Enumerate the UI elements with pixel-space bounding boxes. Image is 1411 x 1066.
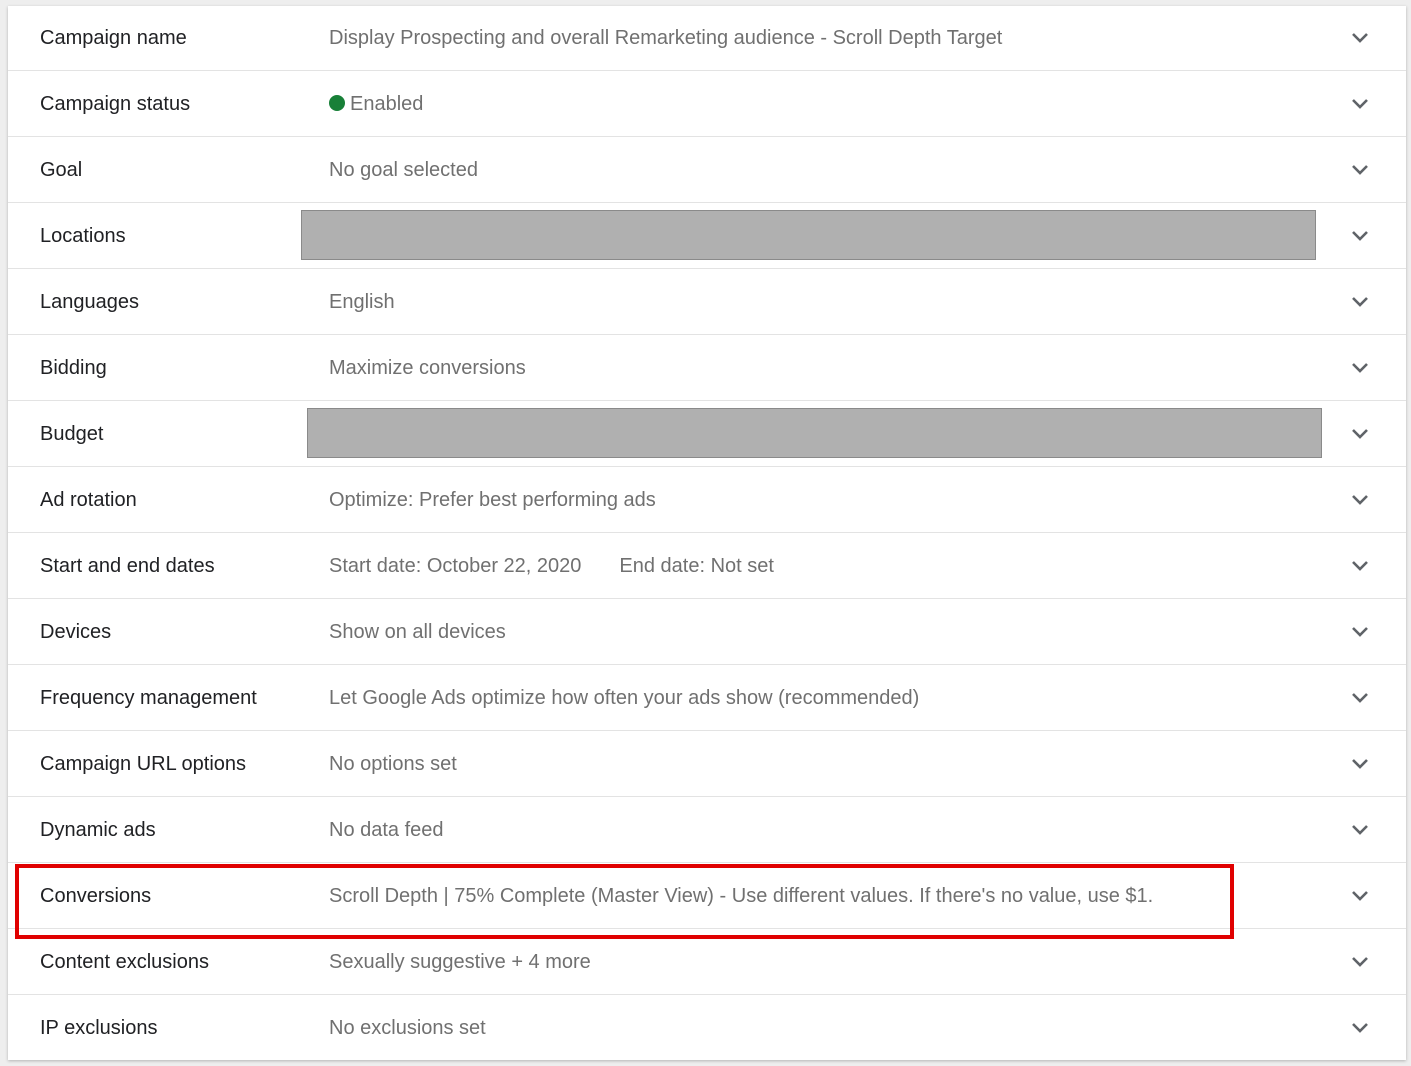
start-date: Start date: October 22, 2020 [329, 555, 582, 577]
setting-value: Let Google Ads optimize how often your a… [329, 687, 920, 709]
setting-row-locations[interactable]: Locations [8, 204, 1406, 269]
setting-label: Campaign name [40, 27, 187, 49]
chevron-down-icon[interactable] [1350, 558, 1370, 574]
setting-row-budget[interactable]: Budget [8, 402, 1406, 467]
redacted-value [301, 210, 1316, 260]
chevron-down-icon[interactable] [1350, 1020, 1370, 1036]
chevron-down-icon[interactable] [1350, 228, 1370, 244]
status-text: Enabled [350, 93, 424, 115]
chevron-down-icon[interactable] [1350, 426, 1370, 442]
chevron-down-icon[interactable] [1350, 30, 1370, 46]
chevron-down-icon[interactable] [1350, 888, 1370, 904]
setting-row-frequency-management[interactable]: Frequency management Let Google Ads opti… [8, 666, 1406, 731]
setting-value: No options set [329, 753, 457, 775]
chevron-down-icon[interactable] [1350, 360, 1370, 376]
setting-label: Goal [40, 159, 83, 181]
setting-row-campaign-name[interactable]: Campaign name Display Prospecting and ov… [8, 6, 1406, 71]
setting-value: No data feed [329, 819, 444, 841]
setting-label: Dynamic ads [40, 819, 156, 841]
setting-label: Campaign URL options [40, 753, 247, 775]
setting-row-campaign-url-options[interactable]: Campaign URL options No options set [8, 732, 1406, 797]
setting-value: No exclusions set [329, 1017, 486, 1039]
campaign-settings-panel: Campaign name Display Prospecting and ov… [8, 6, 1406, 1060]
redacted-value [307, 408, 1322, 458]
setting-row-campaign-status[interactable]: Campaign status Enabled [8, 72, 1406, 137]
setting-row-start-end-dates[interactable]: Start and end dates Start date: October … [8, 534, 1406, 599]
setting-value: Display Prospecting and overall Remarket… [329, 27, 1003, 49]
setting-value: Start date: October 22, 2020 End date: No… [329, 534, 774, 599]
chevron-down-icon[interactable] [1350, 294, 1370, 310]
setting-label: Budget [40, 423, 104, 445]
setting-label: Devices [40, 621, 112, 643]
setting-label: Campaign status [40, 93, 191, 115]
chevron-down-icon[interactable] [1350, 822, 1370, 838]
setting-label: Bidding [40, 357, 107, 379]
chevron-down-icon[interactable] [1350, 954, 1370, 970]
setting-row-bidding[interactable]: Bidding Maximize conversions [8, 336, 1406, 401]
setting-row-goal[interactable]: Goal No goal selected [8, 138, 1406, 203]
setting-label: Conversions [40, 885, 152, 907]
chevron-down-icon[interactable] [1350, 162, 1370, 178]
setting-label: Languages [40, 291, 139, 313]
setting-value: Enabled [329, 72, 423, 137]
setting-row-languages[interactable]: Languages English [8, 270, 1406, 335]
setting-row-content-exclusions[interactable]: Content exclusions Sexually suggestive +… [8, 930, 1406, 995]
setting-value: No goal selected [329, 159, 478, 181]
setting-label: IP exclusions [40, 1017, 158, 1039]
setting-value: Show on all devices [329, 621, 506, 643]
setting-label: Ad rotation [40, 489, 137, 511]
setting-label: Locations [40, 225, 126, 247]
chevron-down-icon[interactable] [1350, 624, 1370, 640]
setting-value: English [329, 291, 395, 313]
status-dot-icon [329, 95, 345, 111]
setting-row-ad-rotation[interactable]: Ad rotation Optimize: Prefer best perfor… [8, 468, 1406, 533]
setting-value: Scroll Depth | 75% Complete (Master View… [329, 885, 1154, 907]
setting-label: Content exclusions [40, 951, 209, 973]
setting-row-conversions[interactable]: Conversions Scroll Depth | 75% Complete … [8, 864, 1406, 929]
setting-value: Optimize: Prefer best performing ads [329, 489, 656, 511]
setting-row-ip-exclusions[interactable]: IP exclusions No exclusions set [8, 996, 1406, 1061]
setting-row-devices[interactable]: Devices Show on all devices [8, 600, 1406, 665]
end-date: End date: Not set [619, 555, 774, 577]
setting-value: Maximize conversions [329, 357, 526, 379]
setting-value: Sexually suggestive + 4 more [329, 951, 591, 973]
setting-row-dynamic-ads[interactable]: Dynamic ads No data feed [8, 798, 1406, 863]
chevron-down-icon[interactable] [1350, 96, 1370, 112]
chevron-down-icon[interactable] [1350, 492, 1370, 508]
chevron-down-icon[interactable] [1350, 756, 1370, 772]
setting-label: Start and end dates [40, 555, 215, 577]
chevron-down-icon[interactable] [1350, 690, 1370, 706]
setting-label: Frequency management [40, 687, 257, 709]
